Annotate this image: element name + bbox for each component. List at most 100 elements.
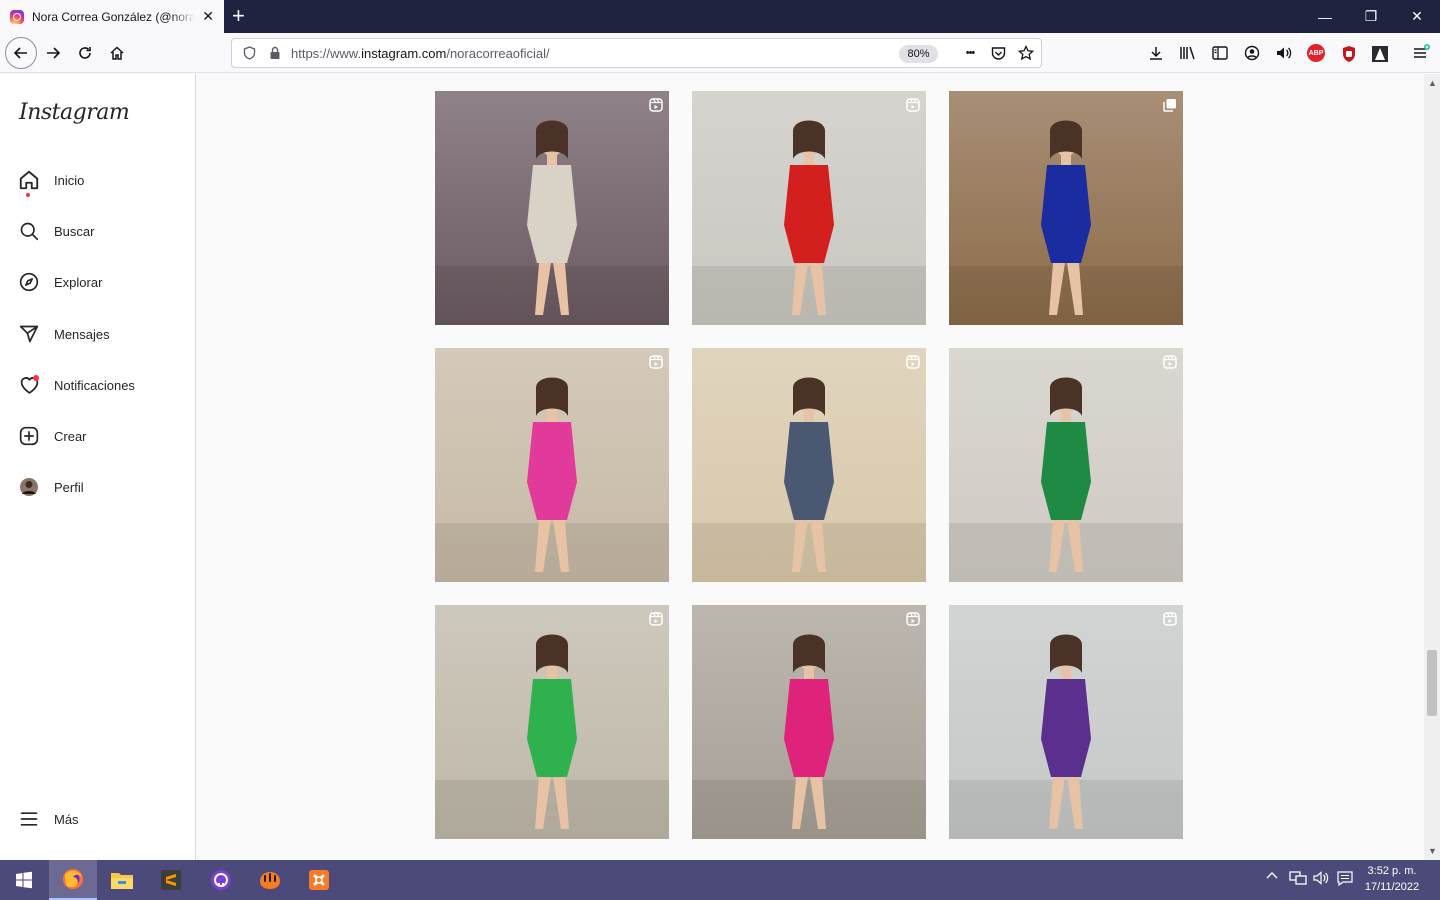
profile-post-thumbnail[interactable] — [949, 348, 1183, 582]
browser-navigation-bar: https://www.instagram.com/noracorreaofic… — [0, 33, 1440, 73]
profile-post-thumbnail[interactable] — [435, 348, 669, 582]
url-prefix: https://www. — [291, 46, 362, 61]
firefox-icon[interactable] — [49, 860, 97, 900]
profile-post-thumbnail[interactable] — [949, 605, 1183, 839]
page-scrollbar[interactable]: ▲ ▼ — [1424, 74, 1440, 860]
sidebar-item-label: Crear — [54, 428, 87, 444]
forward-button[interactable] — [38, 38, 68, 68]
github-desktop-icon[interactable] — [197, 860, 245, 900]
notification-badge-dot — [33, 375, 39, 381]
hamburger-menu-icon — [18, 808, 40, 830]
post-image — [692, 605, 926, 839]
sidebar-item-label: Mensajes — [54, 326, 110, 342]
sidebar-item-explore[interactable]: Explorar — [10, 262, 186, 302]
bookmark-star-icon[interactable] — [1017, 44, 1035, 62]
back-button[interactable] — [5, 37, 37, 69]
pocket-icon[interactable] — [989, 44, 1007, 62]
post-image — [692, 91, 926, 325]
profile-post-thumbnail[interactable] — [435, 91, 669, 325]
windows-start-icon[interactable] — [0, 860, 48, 900]
sublime-text-icon[interactable] — [147, 860, 195, 900]
post-image — [435, 91, 669, 325]
chevron-up-icon[interactable] — [1266, 870, 1278, 885]
scroll-down-arrow-icon[interactable]: ▼ — [1428, 846, 1437, 856]
home-icon — [18, 169, 40, 197]
sidebar-item-more[interactable]: Más — [10, 799, 186, 839]
page-actions-menu-icon[interactable]: ••• — [961, 44, 979, 62]
volume-icon[interactable] — [1312, 870, 1330, 889]
tab-close-icon[interactable]: ✕ — [202, 8, 214, 24]
containers-extension-icon[interactable] — [1370, 44, 1390, 64]
reel-icon — [1163, 355, 1177, 369]
heart-icon — [18, 374, 40, 396]
hamburger-menu-icon[interactable] — [1411, 43, 1431, 63]
sidebar-item-search[interactable]: Buscar — [10, 211, 186, 251]
home-button[interactable] — [102, 38, 132, 68]
sidebar-item-create[interactable]: Crear — [10, 416, 186, 456]
lock-icon[interactable] — [266, 44, 284, 62]
xampp-icon[interactable] — [295, 860, 343, 900]
compass-icon — [18, 271, 40, 293]
close-window-button[interactable]: ✕ — [1394, 0, 1440, 33]
sidebar-item-notifications[interactable]: Notificaciones — [10, 365, 186, 405]
adblock-plus-icon[interactable]: ABP — [1307, 44, 1325, 62]
sidebar-item-home[interactable]: Inicio — [10, 160, 186, 200]
ublock-origin-icon[interactable] — [1339, 44, 1359, 64]
address-bar[interactable]: https://www.instagram.com/noracorreaofic… — [231, 38, 1042, 68]
clock-time: 3:52 p. m. — [1367, 865, 1417, 877]
sidebar-toggle-icon[interactable] — [1210, 43, 1230, 63]
post-image — [435, 605, 669, 839]
avatar — [18, 476, 40, 498]
tab-title: Nora Correa González (@noracorreaoficial… — [32, 9, 195, 24]
instagram-logo[interactable]: Instagram — [19, 100, 130, 125]
reload-button[interactable] — [70, 38, 100, 68]
library-icon[interactable] — [1178, 43, 1198, 63]
post-image — [692, 348, 926, 582]
reel-icon — [649, 355, 663, 369]
browser-tab[interactable]: Nora Correa González (@noracorreaoficial… — [0, 0, 224, 33]
reel-icon — [649, 612, 663, 626]
plus-square-icon — [18, 425, 40, 447]
post-image — [949, 348, 1183, 582]
minimize-button[interactable]: — — [1302, 0, 1348, 33]
profile-post-thumbnail[interactable] — [692, 348, 926, 582]
sidebar-item-messages[interactable]: Mensajes — [10, 314, 186, 354]
jetbrains-toolbox-icon[interactable] — [246, 860, 294, 900]
home-notification-dot — [26, 193, 30, 197]
post-image — [435, 348, 669, 582]
url-host: instagram.com — [361, 46, 447, 61]
tracking-protection-shield-icon[interactable] — [240, 44, 258, 62]
sidebar-item-label: Notificaciones — [54, 377, 135, 393]
profile-post-thumbnail[interactable] — [692, 91, 926, 325]
sidebar-item-label: Buscar — [54, 223, 95, 239]
profile-post-thumbnail[interactable] — [949, 91, 1183, 325]
scroll-up-arrow-icon[interactable]: ▲ — [1428, 78, 1437, 88]
speaker-icon[interactable] — [1274, 43, 1294, 63]
action-center-icon[interactable] — [1337, 870, 1353, 889]
restore-button[interactable]: ❐ — [1348, 0, 1394, 33]
browser-tab-bar: Nora Correa González (@noracorreaoficial… — [0, 0, 1440, 33]
profile-post-thumbnail[interactable] — [692, 605, 926, 839]
downloads-icon[interactable] — [1146, 43, 1166, 63]
carousel-icon — [1163, 99, 1176, 112]
arrow-right-icon — [47, 47, 61, 59]
reel-icon — [906, 612, 920, 626]
reel-icon — [906, 98, 920, 112]
new-tab-button[interactable]: + — [232, 5, 245, 27]
profile-post-thumbnail[interactable] — [435, 605, 669, 839]
post-image — [949, 91, 1183, 325]
file-explorer-icon[interactable] — [98, 860, 146, 900]
sidebar-item-profile[interactable]: Perfil — [10, 467, 186, 507]
arrow-left-icon — [13, 47, 27, 59]
firefox-account-icon[interactable] — [1242, 43, 1262, 63]
windows-taskbar: 3:52 p. m. 17/11/2022 — [0, 860, 1440, 900]
system-clock[interactable]: 3:52 p. m. 17/11/2022 — [1352, 863, 1432, 895]
url-text[interactable]: https://www.instagram.com/noracorreaofic… — [291, 46, 550, 61]
instagram-favicon-icon — [10, 9, 24, 24]
zoom-level-button[interactable]: 80% — [899, 45, 938, 63]
reel-icon — [1163, 612, 1177, 626]
sidebar-item-label: Inicio — [54, 172, 85, 188]
network-icon[interactable] — [1289, 870, 1307, 889]
profile-posts-grid — [196, 74, 1424, 860]
scrollbar-thumb[interactable] — [1427, 650, 1437, 716]
